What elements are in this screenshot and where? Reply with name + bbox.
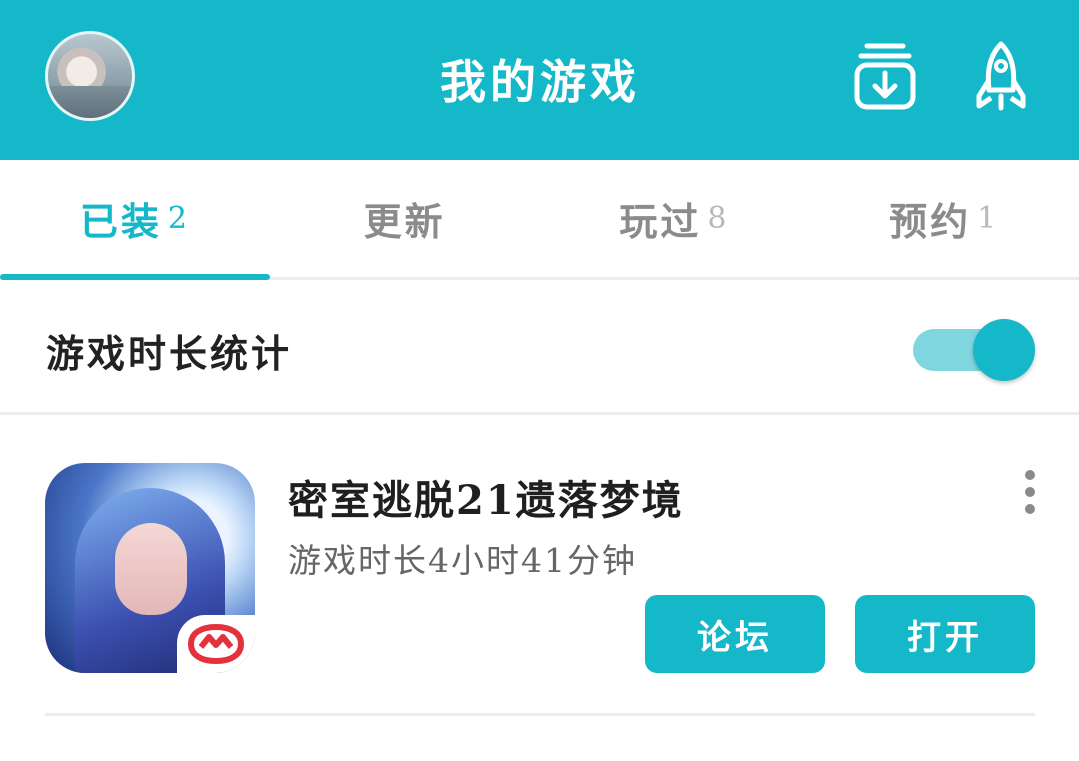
rocket-icon[interactable] [969,40,1033,112]
download-box-icon[interactable] [853,40,917,112]
more-options-icon[interactable] [1020,470,1040,514]
tab-updates-label: 更新 [363,199,446,244]
tab-played-count: 8 [707,201,730,236]
game-title: 密室逃脱21遗落梦境 [288,477,684,524]
publisher-logo-icon [187,623,245,665]
tab-reserved-label: 预约 [889,199,972,244]
tab-installed-count: 2 [167,201,190,236]
playtime-stats-row: 游戏时长统计 [0,283,1079,415]
toggle-knob [973,319,1035,381]
tab-installed-label: 已装 [79,199,162,244]
avatar-image-detail [48,86,132,118]
more-dot [1025,470,1035,480]
tab-installed[interactable]: 已装 2 [0,160,270,280]
forum-button[interactable]: 论坛 [645,595,825,673]
more-dot [1025,487,1035,497]
playtime-stats-toggle[interactable] [913,319,1035,381]
page-title: 我的游戏 [440,55,640,109]
tab-reserved-count: 1 [977,201,1000,236]
app-root: 我的游戏 已装 2 更新 玩过 8 预约 1 游戏时长统计 密室逃脱21遗落梦境… [0,0,1079,761]
tab-active-indicator [0,274,270,280]
game-publisher-badge [177,615,255,673]
tab-updates[interactable]: 更新 [270,160,540,277]
tab-played-label: 玩过 [619,199,702,244]
playtime-stats-label: 游戏时长统计 [46,331,293,376]
tab-reserved[interactable]: 预约 1 [809,160,1079,277]
tab-bar: 已装 2 更新 玩过 8 预约 1 [0,160,1079,280]
open-button[interactable]: 打开 [855,595,1035,673]
user-avatar[interactable] [45,31,135,121]
tab-played[interactable]: 玩过 8 [540,160,810,277]
game-icon-face [115,523,187,615]
header-bar: 我的游戏 [0,0,1079,160]
game-icon[interactable] [45,463,255,673]
game-list-item[interactable]: 密室逃脱21遗落梦境 游戏时长4小时41分钟 论坛 打开 [45,418,1035,716]
more-dot [1025,504,1035,514]
game-play-time: 游戏时长4小时41分钟 [288,541,637,580]
